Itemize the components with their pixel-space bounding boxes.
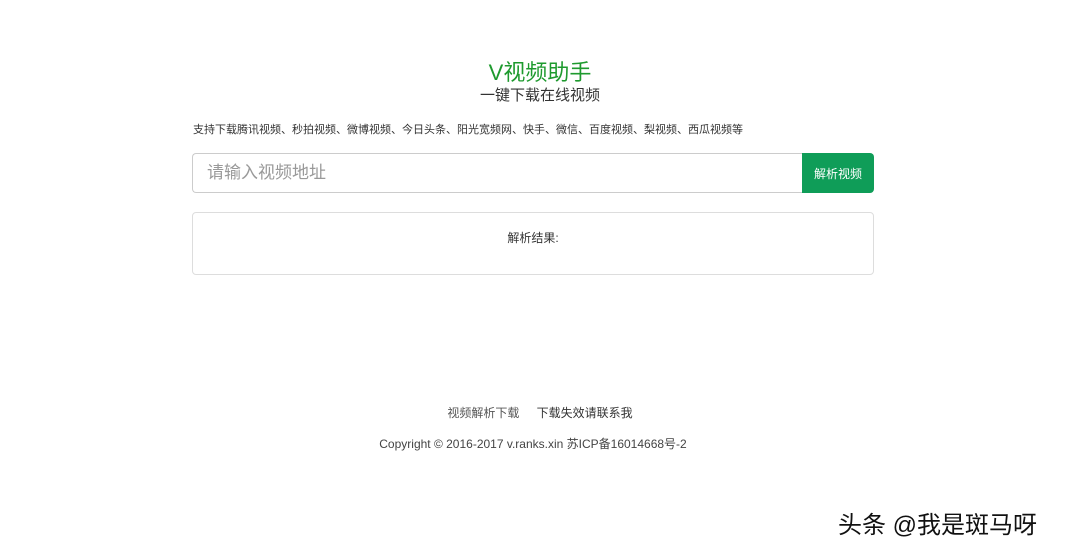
video-url-input[interactable] — [192, 153, 802, 193]
search-bar: 解析视频 — [192, 153, 874, 193]
supported-sites-text: 支持下载腾讯视频、秒拍视频、微博视频、今日头条、阳光宽频网、快手、微信、百度视频… — [193, 124, 743, 136]
parse-video-button[interactable]: 解析视频 — [802, 153, 874, 193]
copyright: Copyright © 2016-2017 v.ranks.xin 苏ICP备1… — [379, 437, 687, 451]
video-parse-download-link[interactable]: 视频解析下载 — [447, 406, 519, 420]
result-panel: 解析结果: — [192, 212, 874, 275]
page-subtitle: 一键下载在线视频 — [479, 87, 600, 104]
result-label: 解析结果: — [507, 231, 559, 245]
contact-link[interactable]: 下载失效请联系我 — [537, 406, 633, 420]
page-title: V视频助手 — [488, 60, 592, 85]
footer-links: 视频解析下载 下载失效请联系我 — [0, 404, 1080, 421]
watermark: 头条 @我是斑马呀 — [838, 512, 1038, 539]
